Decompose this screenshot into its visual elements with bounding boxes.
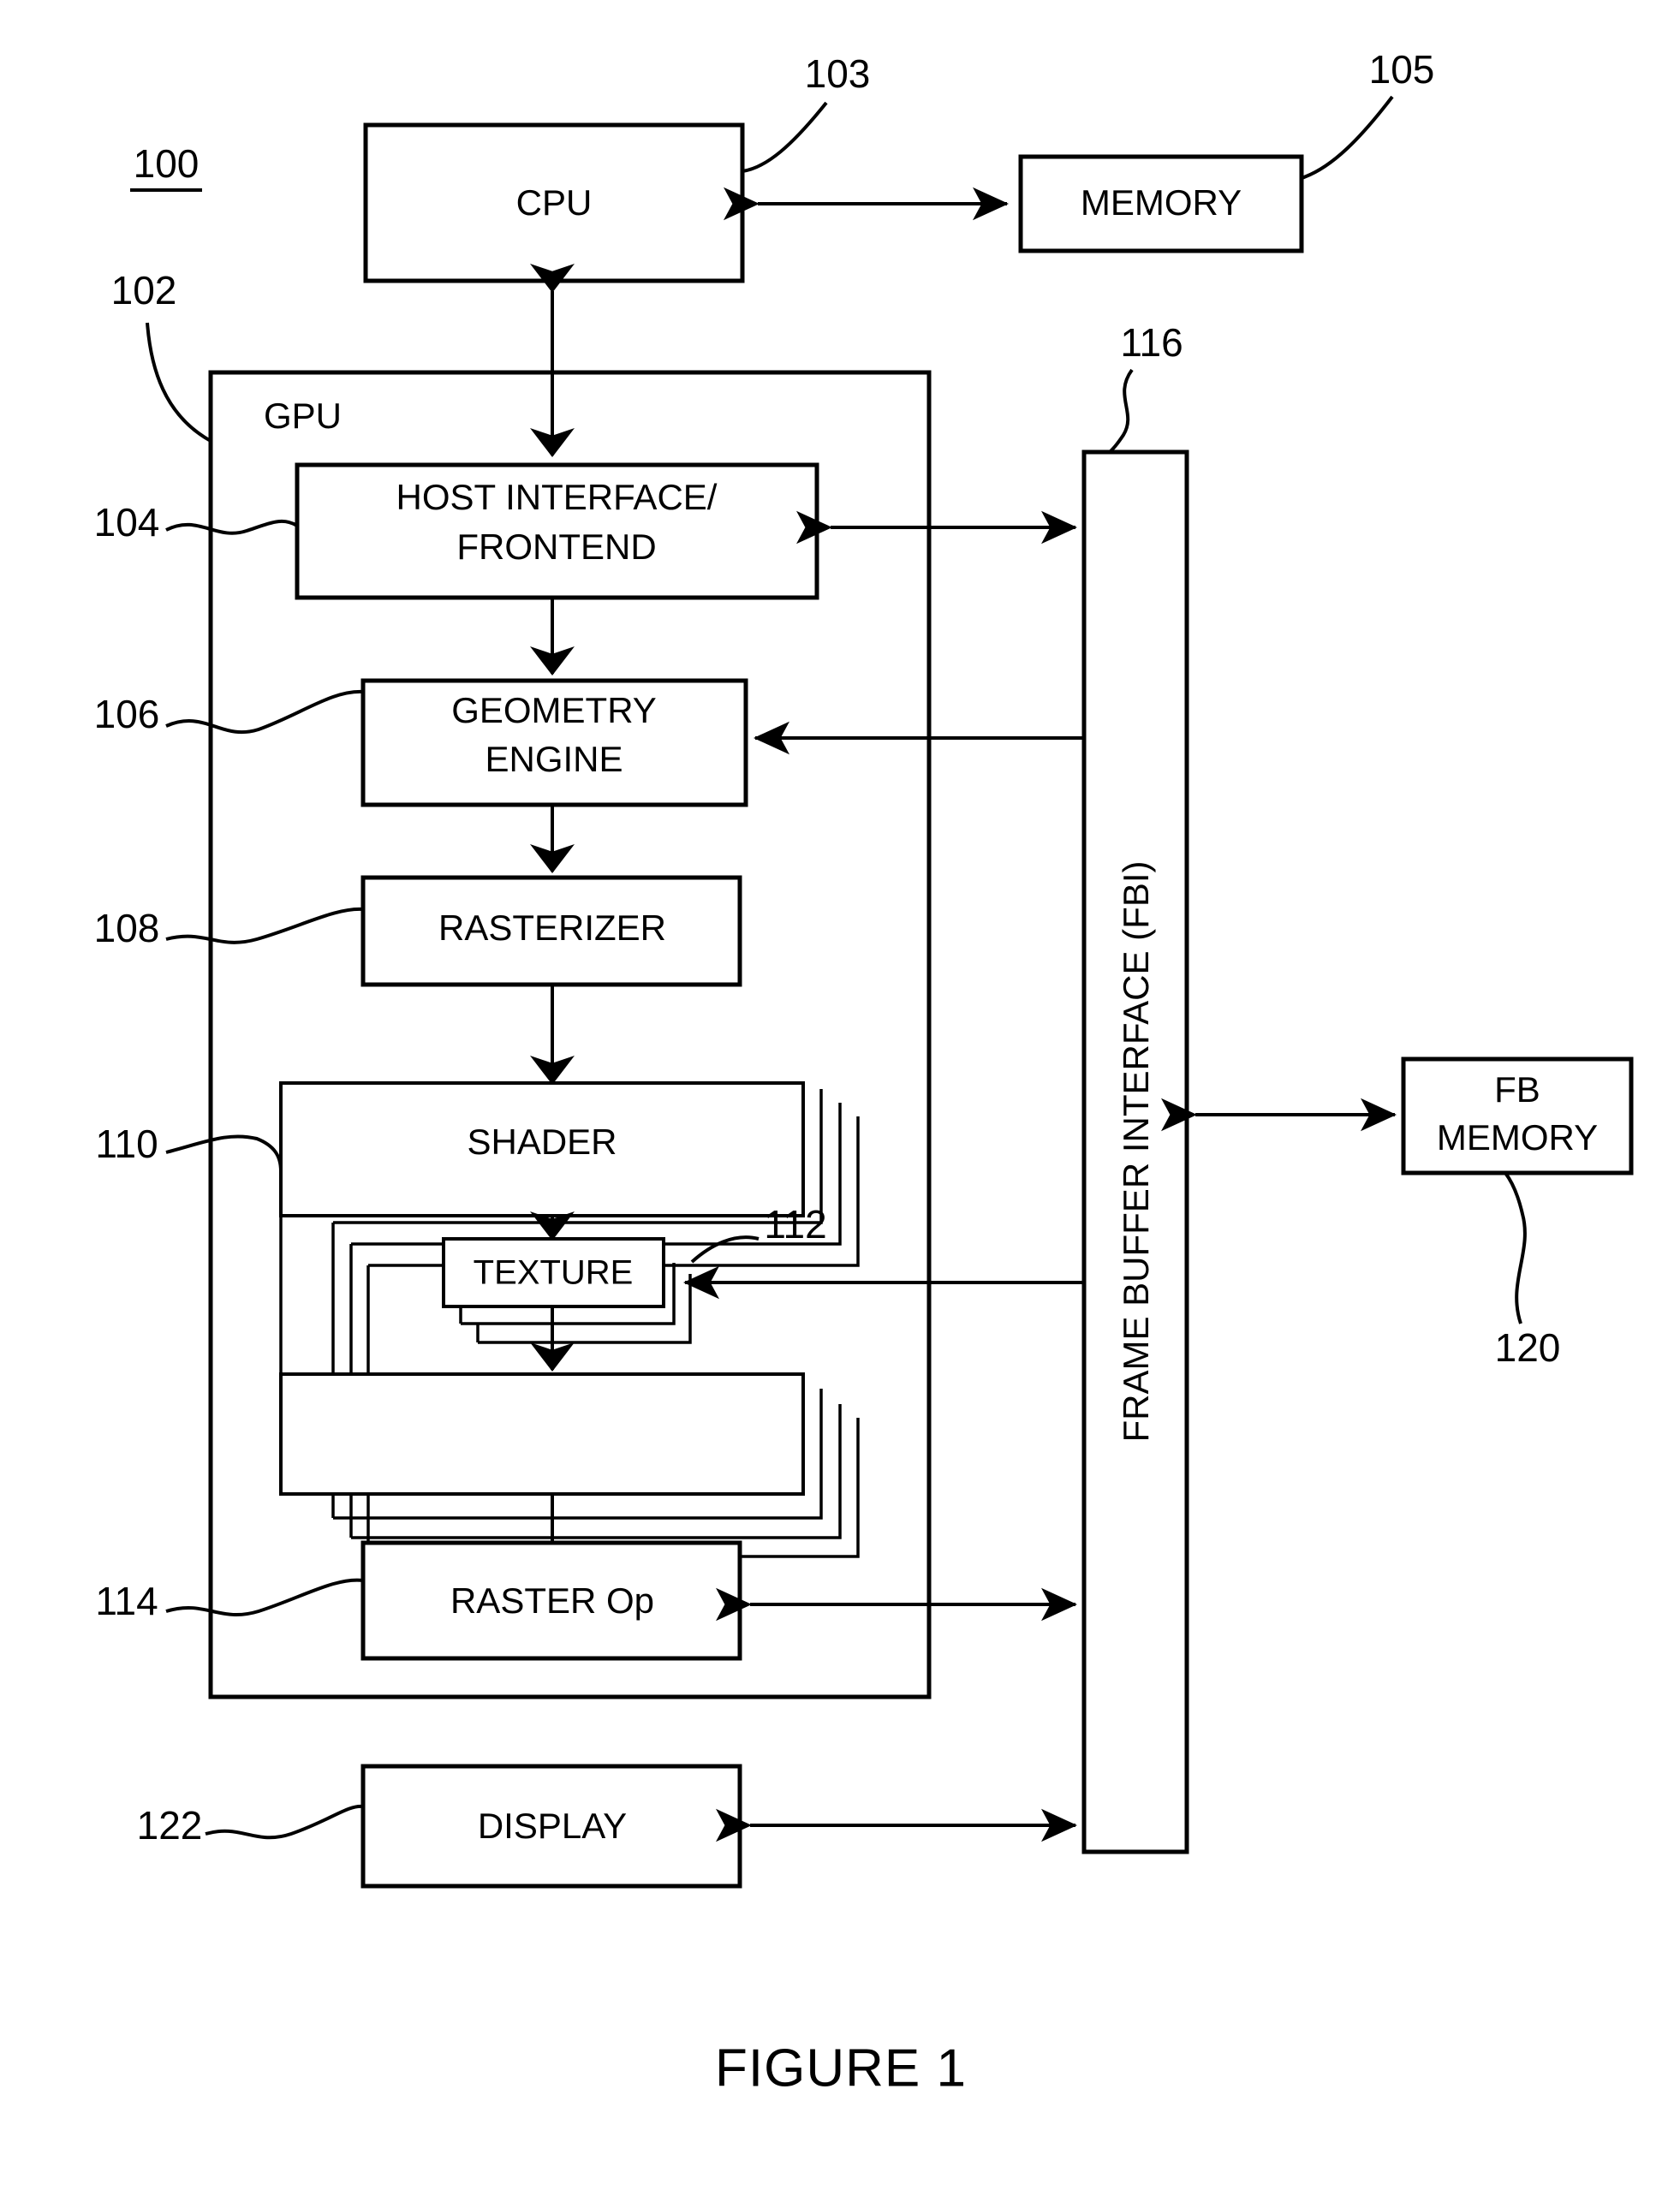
ref-108: 108: [94, 906, 160, 950]
ref-102-leader: [146, 322, 211, 443]
ref-122-leader: [205, 1804, 364, 1840]
shader-lower-box: [279, 1372, 805, 1496]
ref-116: 116: [1120, 320, 1183, 365]
host-interface-label-line1: HOST INTERFACE/: [396, 477, 718, 517]
raster-op-label: RASTER Op: [450, 1580, 654, 1621]
texture-label: TEXTURE: [474, 1254, 634, 1292]
shader-label: SHADER: [467, 1122, 617, 1162]
ref-120-leader: [1504, 1171, 1527, 1324]
cpu-label: CPU: [516, 182, 593, 223]
ref-116-leader: [1108, 368, 1134, 454]
ref-110: 110: [95, 1122, 158, 1166]
host-interface-label-line2: FRONTEND: [456, 527, 656, 567]
ref-104: 104: [94, 500, 160, 545]
patent-figure-page: SHADER TEXTURE RASTER Op DISPLAY FRAME B…: [0, 0, 1680, 2208]
geometry-engine-label-line1: GEOMETRY: [451, 690, 657, 730]
ref-122: 122: [137, 1803, 203, 1848]
memory-label: MEMORY: [1081, 182, 1242, 223]
ref-114: 114: [95, 1579, 158, 1623]
fbi-label: FRAME BUFFER INTERFACE (FBI): [1116, 860, 1156, 1442]
ref-100: 100: [134, 141, 200, 186]
ref-105-leader: [1301, 95, 1394, 180]
geometry-engine-label-line2: ENGINE: [485, 739, 623, 779]
ref-105: 105: [1369, 47, 1435, 92]
ref-106: 106: [94, 692, 160, 736]
ref-112: 112: [764, 1202, 826, 1247]
figure-caption: FIGURE 1: [715, 2038, 967, 2098]
rasterizer-label: RASTERIZER: [438, 908, 666, 948]
ref-103-leader: [742, 101, 828, 173]
fb-memory-label-line1: FB: [1494, 1069, 1540, 1110]
block-diagram: SHADER TEXTURE RASTER Op DISPLAY FRAME B…: [94, 47, 1634, 2098]
ref-120: 120: [1495, 1325, 1561, 1370]
fb-memory-label-line2: MEMORY: [1437, 1117, 1598, 1158]
ref-103: 103: [805, 51, 871, 96]
gpu-label: GPU: [264, 396, 342, 436]
ref-102: 102: [111, 268, 177, 312]
display-label: DISPLAY: [478, 1806, 627, 1846]
